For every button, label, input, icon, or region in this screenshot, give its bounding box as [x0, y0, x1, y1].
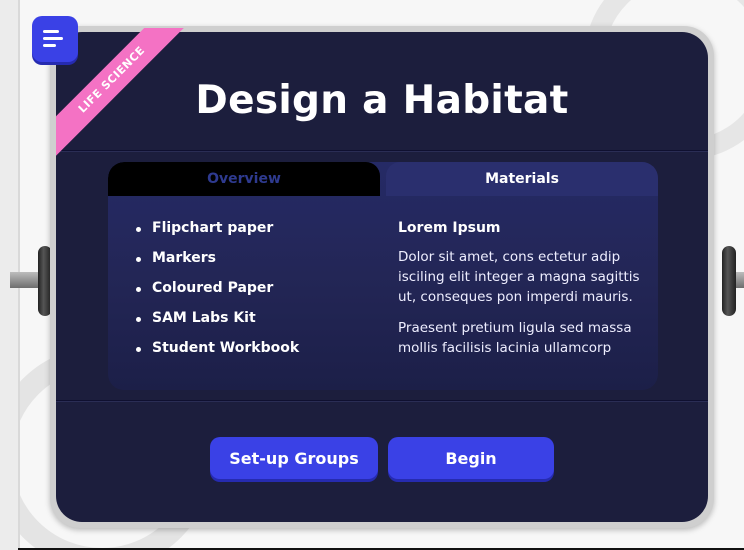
setup-groups-button[interactable]: Set-up Groups: [210, 437, 378, 479]
list-item: Coloured Paper: [136, 280, 299, 310]
tab-overview-label: Overview: [207, 171, 281, 187]
list-item: Flipchart paper: [136, 220, 299, 250]
list-item: Student Workbook: [136, 340, 299, 370]
materials-list: Flipchart paper Markers Coloured Paper S…: [136, 220, 299, 370]
tab-materials-label: Materials: [485, 171, 559, 187]
description-column: Lorem Ipsum Dolor sit amet, cons ectetur…: [398, 220, 644, 369]
begin-button[interactable]: Begin: [388, 437, 554, 479]
right-side-handle: [722, 246, 744, 316]
description-paragraph: Dolor sit amet, cons ectetur adip iscili…: [398, 249, 640, 305]
description-heading: Lorem Ipsum: [398, 220, 501, 236]
tab-overview[interactable]: Overview: [108, 162, 380, 196]
tab-materials[interactable]: Materials: [386, 162, 658, 196]
list-item: Markers: [136, 250, 299, 280]
materials-card: Overview Materials Flipchart paper Marke…: [108, 162, 658, 390]
menu-button[interactable]: [32, 16, 78, 62]
footer-divider: [56, 400, 708, 401]
list-item: SAM Labs Kit: [136, 310, 299, 340]
description-paragraph: Praesent pretium ligula sed massa mollis…: [398, 320, 632, 356]
left-side-handle: [10, 246, 52, 316]
